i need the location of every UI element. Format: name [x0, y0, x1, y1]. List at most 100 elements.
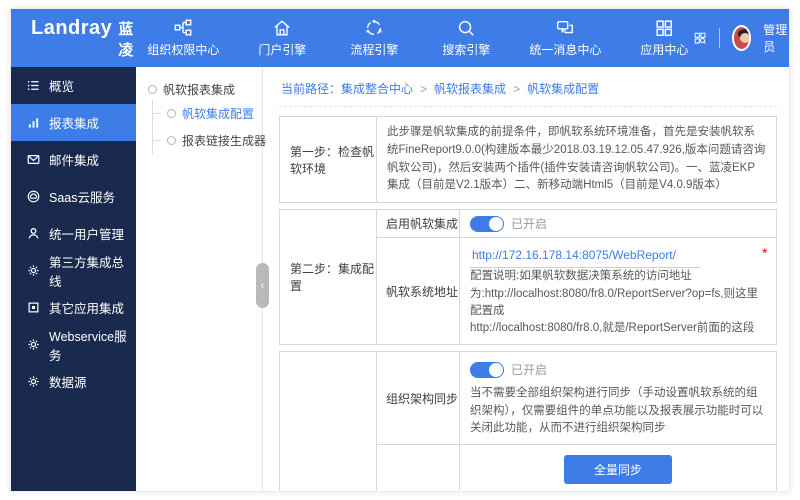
sidebar-item-label: Saas云服务 [49, 191, 115, 205]
header-divider [719, 28, 720, 48]
sidebar-item-other-apps[interactable]: 其它应用集成 [11, 289, 136, 326]
full-sync-label: 全量同步 [377, 445, 460, 491]
step1-section: 第一步：检查帆软环境 此步骤是帆软集成的前提条件，即帆软系统环境准备，首先是安装… [279, 116, 777, 204]
nav-org-permission-center[interactable]: 组织权限中心 [147, 18, 219, 58]
breadcrumb-item-integration-config[interactable]: 帆软集成配置 [527, 82, 599, 96]
tree-connector [153, 140, 161, 141]
sidebar-item-label: 概览 [49, 80, 75, 94]
message-icon [557, 20, 574, 34]
user-name[interactable]: 管理员 [763, 21, 788, 55]
step2-title: 第二步：集成配置 [280, 210, 377, 345]
sidebar-item-label: 统一用户管理 [49, 228, 125, 242]
tree-children: 帆软集成配置 报表链接生成器 [152, 100, 266, 154]
nav-app-center[interactable]: 应用中心 [635, 18, 693, 58]
gear-icon [28, 265, 39, 276]
top-header: Landray 蓝凌 组织权限中心 门户引擎 流程引擎 搜索引擎 统一消息中心 … [11, 9, 789, 67]
nav-flow-engine[interactable]: 流程引擎 [345, 18, 403, 58]
breadcrumb-item-fanruan-report[interactable]: 帆软报表集成 [434, 82, 506, 96]
nav-label: 统一消息中心 [529, 43, 602, 57]
cloud-icon [27, 190, 40, 203]
enable-integration-label: 启用帆软集成 [377, 210, 460, 238]
tree-node-label: 帆软报表集成 [163, 83, 236, 97]
user-icon [28, 228, 39, 239]
left-sidebar: 概览 报表集成 邮件集成 Saas云服务 统一用户管理 第三方集成总线 其它应用… [11, 67, 136, 491]
apps-grid-icon [656, 20, 673, 36]
tree-item-integration-config[interactable]: 帆软集成配置 [153, 100, 262, 127]
tree-node-icon [167, 109, 176, 118]
sidebar-item-report-integration[interactable]: 报表集成 [11, 104, 136, 141]
full-sync-row: 全量同步 全量同步 此操作正常只执行一次，就是上面的配置完成之后，执行一次全量同… [377, 445, 776, 491]
sidebar-item-label: 数据源 [49, 376, 87, 390]
chevron-left-icon: ‹ [260, 279, 265, 292]
org-sync-label: 组织架构同步 [377, 352, 460, 444]
address-desc-line: 为:http://localhost:8080/fr8.0/ReportServ… [470, 287, 758, 317]
nav-label: 流程引擎 [350, 43, 399, 57]
logo-text-cn: 蓝凌 [118, 20, 134, 59]
top-navigation: 组织权限中心 门户引擎 流程引擎 搜索引擎 统一消息中心 应用中心 [147, 18, 693, 58]
app-search-icon[interactable] [693, 28, 707, 48]
main-content: 当前路径：集成整合中心 > 帆软报表集成 > 帆软集成配置 第一步：检查帆软环境 此步骤… [263, 67, 789, 491]
sidebar-item-label: 邮件集成 [49, 154, 100, 168]
breadcrumb: 当前路径：集成整合中心 > 帆软报表集成 > 帆软集成配置 [279, 67, 777, 107]
tree-node-icon [148, 85, 157, 94]
config-table: 第一步：检查帆软环境 此步骤是帆软集成的前提条件，即帆软系统环境准备，首先是安装… [279, 107, 777, 491]
tree-node-label: 帆软集成配置 [182, 107, 255, 121]
nav-label: 搜索引擎 [442, 43, 491, 57]
tree-root-fanruan-report[interactable]: 帆软报表集成 [148, 81, 262, 98]
breadcrumb-separator: > [513, 82, 521, 96]
address-desc-line: 配置说明:如果帆软数据决策系统的访问地址 [470, 270, 692, 283]
sidebar-item-overview[interactable]: 概览 [11, 67, 136, 104]
toggle-status-text: 已开启 [511, 363, 548, 378]
search-icon [459, 20, 475, 36]
enable-integration-toggle[interactable] [470, 215, 504, 232]
nav-label: 组织权限中心 [147, 43, 220, 57]
org-chart-icon [174, 19, 192, 36]
sidebar-item-user-management[interactable]: 统一用户管理 [11, 215, 136, 252]
sidebar-item-label: 其它应用集成 [49, 302, 125, 316]
mail-icon [27, 154, 40, 165]
user-avatar[interactable] [731, 25, 752, 51]
bar-chart-icon [28, 118, 39, 128]
system-address-input[interactable]: http://172.16.178.14:8075/WebReport/ [470, 245, 700, 269]
tree-node-label: 报表链接生成器 [182, 134, 267, 148]
step1-description: 此步骤是帆软集成的前提条件，即帆软系统环境准备，首先是安装帆软系统FineRep… [387, 126, 766, 192]
header-right-tools: 管理员 [693, 21, 789, 55]
landray-logo[interactable]: Landray 蓝凌 [11, 17, 133, 60]
step1-title: 第一步：检查帆软环境 [280, 117, 377, 203]
enable-integration-row: 启用帆软集成 已开启 [377, 210, 776, 239]
tree-item-report-link-generator[interactable]: 报表链接生成器 [153, 127, 266, 154]
address-desc-line: http://localhost:8080/fr8.0,就是/ReportSer… [470, 322, 755, 334]
landray-app-window: Landray 蓝凌 组织权限中心 门户引擎 流程引擎 搜索引擎 统一消息中心 … [10, 8, 790, 492]
panel-collapse-handle[interactable]: ‹ [256, 263, 269, 308]
full-sync-button[interactable]: 全量同步 [563, 455, 672, 484]
org-sync-row: 组织架构同步 已开启 当不需要全部组织架构进行同步（手动设置帆软系统的组织架构）… [377, 352, 776, 445]
step3-title: 第三步：组织架构同步 [280, 352, 377, 491]
system-address-label: 帆软系统地址 [377, 238, 460, 345]
nav-message-center[interactable]: 统一消息中心 [529, 18, 601, 58]
gear-icon [28, 376, 39, 387]
sidebar-item-third-party-bus[interactable]: 第三方集成总线 [11, 252, 136, 289]
tree-node-icon [167, 136, 176, 145]
sidebar-item-label: 第三方集成总线 [49, 255, 125, 289]
nav-search-engine[interactable]: 搜索引擎 [437, 18, 495, 58]
system-address-row: 帆软系统地址 http://172.16.178.14:8075/WebRepo… [377, 238, 776, 345]
gear-icon [28, 339, 39, 350]
tree-connector [153, 113, 161, 114]
breadcrumb-item-integration-center[interactable]: 集成整合中心 [341, 82, 413, 96]
sidebar-item-mail-integration[interactable]: 邮件集成 [11, 141, 136, 178]
overview-list-icon [27, 80, 39, 91]
home-icon [274, 20, 291, 36]
step3-section: 第三步：组织架构同步 组织架构同步 已开启 当不需要全部组织架构进行同步（手动设… [279, 351, 777, 491]
sidebar-item-label: 报表集成 [49, 117, 100, 131]
org-sync-toggle[interactable] [470, 362, 504, 379]
nav-portal-engine[interactable]: 门户引擎 [253, 18, 311, 58]
sidebar-item-datasource[interactable]: 数据源 [11, 363, 136, 400]
box-icon [28, 302, 39, 313]
tree-panel: 帆软报表集成 帆软集成配置 报表链接生成器 ‹ [136, 67, 269, 491]
nav-label: 门户引擎 [258, 43, 307, 57]
sidebar-item-webservice[interactable]: Webservice服务 [11, 326, 136, 363]
breadcrumb-prefix: 当前路径： [281, 82, 342, 96]
nav-label: 应用中心 [640, 43, 689, 57]
org-sync-description: 当不需要全部组织架构进行同步（手动设置帆软系统的组织架构），仅需要组件的单点功能… [470, 387, 764, 434]
sidebar-item-saas-cloud[interactable]: Saas云服务 [11, 178, 136, 215]
